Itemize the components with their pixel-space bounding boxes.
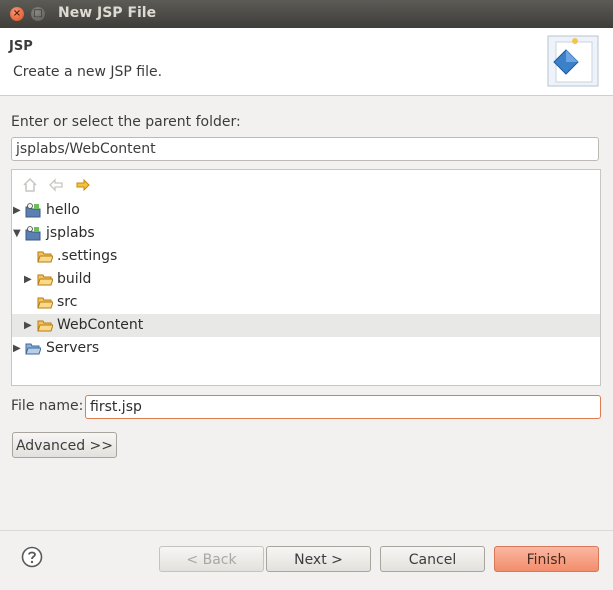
file-name-label: File name: xyxy=(11,398,84,414)
help-icon[interactable] xyxy=(21,546,43,568)
home-icon[interactable] xyxy=(21,176,39,194)
tree-item-src[interactable]: src xyxy=(12,291,600,314)
file-name-input[interactable]: first.jsp xyxy=(85,395,601,419)
expand-icon[interactable]: ▶ xyxy=(13,337,21,360)
tree-item-label: Servers xyxy=(46,340,100,356)
folder-icon xyxy=(37,251,53,263)
footer-divider xyxy=(0,530,613,531)
folder-icon xyxy=(25,343,41,355)
tree-item-hello[interactable]: ▶ hello xyxy=(12,199,600,222)
forward-arrow-icon[interactable] xyxy=(74,176,92,194)
parent-folder-label: Enter or select the parent folder: xyxy=(11,114,241,130)
advanced-button[interactable]: Advanced >> xyxy=(12,432,117,458)
tree-item-webcontent[interactable]: ▶ WebContent xyxy=(12,314,600,337)
wizard-header: JSP Create a new JSP file. xyxy=(0,28,613,96)
folder-icon xyxy=(37,297,53,309)
parent-folder-input[interactable]: jsplabs/WebContent xyxy=(11,137,599,161)
collapse-icon[interactable]: ▼ xyxy=(13,222,21,245)
title-bar: × □ New JSP File xyxy=(0,0,613,28)
tree-item-label: .settings xyxy=(57,248,118,264)
tree-item-label: src xyxy=(57,294,78,310)
project-icon xyxy=(25,203,41,218)
expand-icon[interactable]: ▶ xyxy=(13,199,21,222)
expand-icon[interactable]: ▶ xyxy=(24,314,32,337)
tree-toolbar xyxy=(12,170,600,198)
tree-item-label: build xyxy=(57,271,92,287)
project-icon xyxy=(25,226,41,241)
maximize-window-button[interactable]: □ xyxy=(31,7,45,21)
cancel-button[interactable]: Cancel xyxy=(380,546,485,572)
tree-item-servers[interactable]: ▶ Servers xyxy=(12,337,600,360)
tree-item-build[interactable]: ▶ build xyxy=(12,268,600,291)
jsp-wizard-banner-icon xyxy=(547,35,599,87)
back-button[interactable]: < Back xyxy=(159,546,264,572)
expand-icon[interactable]: ▶ xyxy=(24,268,32,291)
wizard-title: JSP xyxy=(9,39,33,54)
tree-item-label: hello xyxy=(46,202,80,218)
next-button[interactable]: Next > xyxy=(266,546,371,572)
tree-item-settings[interactable]: .settings xyxy=(12,245,600,268)
tree-item-label: jsplabs xyxy=(46,225,95,241)
folder-tree[interactable]: ▶ hello ▼ jsplabs .settings ▶ build src … xyxy=(11,169,601,386)
folder-icon xyxy=(37,320,53,332)
back-arrow-icon[interactable] xyxy=(47,176,65,194)
tree-item-jsplabs[interactable]: ▼ jsplabs xyxy=(12,222,600,245)
wizard-description: Create a new JSP file. xyxy=(13,64,163,80)
finish-button[interactable]: Finish xyxy=(494,546,599,572)
folder-icon xyxy=(37,274,53,286)
tree-item-label: WebContent xyxy=(57,317,144,333)
window-title: New JSP File xyxy=(58,5,157,21)
close-window-button[interactable]: × xyxy=(10,7,24,21)
